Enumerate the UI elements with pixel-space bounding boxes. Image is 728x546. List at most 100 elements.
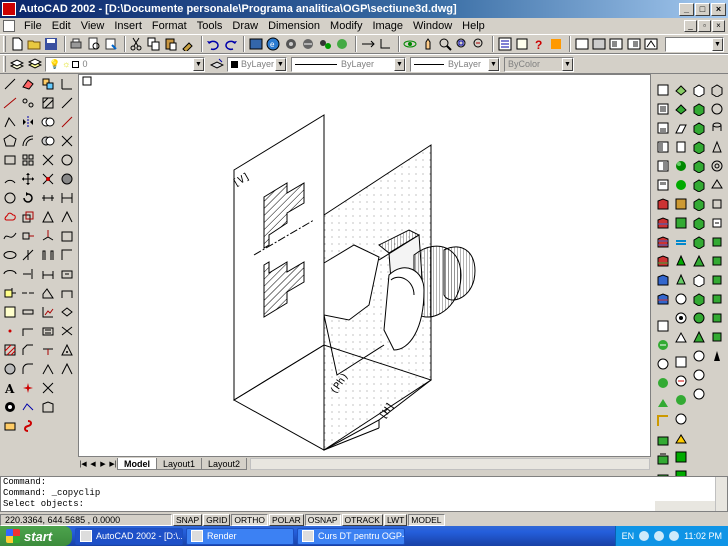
properties-icon[interactable]: [497, 36, 512, 52]
torus-solid-icon[interactable]: [691, 177, 707, 193]
extend-icon[interactable]: [20, 266, 36, 282]
box-icon[interactable]: [59, 228, 75, 244]
stretch-icon[interactable]: [20, 228, 36, 244]
landscape-library-icon[interactable]: [673, 291, 689, 307]
ne-iso-icon[interactable]: [655, 253, 671, 269]
toolbar-grip[interactable]: [3, 56, 6, 72]
ucs-view-icon[interactable]: [655, 394, 671, 410]
open-icon[interactable]: [26, 36, 41, 52]
solprof-icon[interactable]: [40, 399, 56, 415]
ruled-surface-icon[interactable]: [709, 310, 725, 326]
setup-view-icon[interactable]: [691, 310, 707, 326]
layer-previous-icon[interactable]: [209, 56, 225, 72]
polar-toggle[interactable]: POLAR: [268, 513, 304, 526]
render-preferences-icon[interactable]: [673, 310, 689, 326]
chamfer-icon[interactable]: [20, 342, 36, 358]
tool-palette-icon[interactable]: [300, 36, 315, 52]
area-icon[interactable]: [40, 285, 56, 301]
dbconnect-icon[interactable]: [317, 36, 332, 52]
color-combo[interactable]: ByLayer ▼: [227, 56, 287, 72]
interference-solid-icon[interactable]: [691, 272, 707, 288]
slice-icon[interactable]: [40, 171, 56, 187]
tray-arrow-icon[interactable]: [639, 531, 650, 541]
extrude-icon[interactable]: [40, 228, 56, 244]
toolbar-grip[interactable]: [3, 36, 6, 52]
break-at-point-icon[interactable]: [20, 285, 36, 301]
menu-image[interactable]: Image: [367, 20, 408, 32]
solids-editing-icon[interactable]: [691, 348, 707, 364]
command-prompt[interactable]: Select objects:: [3, 499, 727, 510]
doc-minimize-button[interactable]: _: [684, 20, 697, 32]
redo-icon[interactable]: [223, 36, 238, 52]
layers-icon[interactable]: [514, 36, 529, 52]
top-view-icon[interactable]: [655, 101, 671, 117]
command-window[interactable]: Command: Command: _copyclip Select objec…: [0, 476, 728, 512]
join-icon[interactable]: [20, 323, 36, 339]
landscape-new-icon[interactable]: [673, 253, 689, 269]
zoom-window-icon[interactable]: [454, 36, 469, 52]
tray-network-icon[interactable]: [654, 531, 665, 541]
tray-volume-icon[interactable]: [669, 531, 680, 541]
ucs-zaxis-icon[interactable]: [655, 432, 671, 448]
close-button[interactable]: ×: [711, 2, 726, 16]
polygon-icon[interactable]: [2, 133, 18, 149]
task-curs[interactable]: Curs DT pentru OGP-...: [297, 527, 405, 545]
layers-manager-icon[interactable]: [27, 56, 43, 72]
array-icon[interactable]: [20, 152, 36, 168]
3d-sphere-icon[interactable]: [709, 101, 725, 117]
mapping-icon[interactable]: [673, 196, 689, 212]
ucs-rotate-y-icon[interactable]: [673, 373, 689, 389]
section-solid-icon[interactable]: [691, 253, 707, 269]
ucs-3point-icon[interactable]: [655, 451, 671, 467]
view-right-icon[interactable]: [626, 36, 641, 52]
minimize-button[interactable]: _: [679, 2, 694, 16]
edit-polyline-icon[interactable]: [20, 399, 36, 415]
ucs-face-icon[interactable]: [655, 356, 671, 372]
view-front-icon[interactable]: [591, 36, 606, 52]
plotstyle-combo[interactable]: ByColor ▼: [504, 56, 574, 72]
menu-dimension[interactable]: Dimension: [263, 20, 325, 32]
markup-icon[interactable]: [549, 36, 564, 52]
dish-icon[interactable]: [59, 323, 75, 339]
edit-text-icon[interactable]: [20, 418, 36, 434]
ucs-object-icon[interactable]: [655, 375, 671, 391]
materials-library-icon[interactable]: [673, 177, 689, 193]
setup-drawing-icon[interactable]: [691, 291, 707, 307]
menu-tools[interactable]: Tools: [192, 20, 228, 32]
soldraw-icon[interactable]: [40, 380, 56, 396]
sphere-icon[interactable]: [59, 285, 75, 301]
doc-restore-button[interactable]: ▫: [698, 20, 711, 32]
zoom-previous-icon[interactable]: [472, 36, 487, 52]
menu-view[interactable]: View: [76, 20, 110, 32]
tab-prev-icon[interactable]: ◀: [88, 460, 98, 468]
coordinate-readout[interactable]: 220.3364, 644.5685 , 0.0000: [0, 513, 172, 526]
sphere-solid-icon[interactable]: [691, 101, 707, 117]
ortho-toggle[interactable]: ORTHO: [231, 513, 268, 526]
document-icon[interactable]: [3, 20, 15, 32]
revolve-icon[interactable]: [40, 247, 56, 263]
publish-icon[interactable]: [103, 36, 118, 52]
edit-hatch-icon[interactable]: [40, 95, 56, 111]
table-icon[interactable]: [2, 399, 18, 415]
match-properties-icon[interactable]: [180, 36, 195, 52]
subtract-icon[interactable]: [40, 133, 56, 149]
3d-dome-icon[interactable]: [709, 215, 725, 231]
command-scrollbar[interactable]: [715, 477, 727, 511]
scenes-icon[interactable]: [673, 120, 689, 136]
view-iso-icon[interactable]: [643, 36, 658, 52]
front-view-icon[interactable]: [655, 177, 671, 193]
wedge-icon[interactable]: [59, 247, 75, 263]
draworder-icon[interactable]: [40, 76, 56, 92]
3d-line-icon[interactable]: [59, 76, 75, 92]
ucs-named-icon[interactable]: [673, 411, 689, 427]
print-icon[interactable]: [69, 36, 84, 52]
revolved-surface-icon[interactable]: [709, 272, 725, 288]
ellipse-arc-icon[interactable]: [2, 266, 18, 282]
lights-icon[interactable]: [673, 139, 689, 155]
render-icon[interactable]: [673, 101, 689, 117]
linetype-combo[interactable]: ByLayer ▼: [291, 56, 406, 72]
command-hscrollbar[interactable]: [655, 501, 715, 511]
browser-icon[interactable]: e: [266, 36, 281, 52]
left-view-icon[interactable]: [655, 139, 671, 155]
erase-icon[interactable]: [20, 76, 36, 92]
